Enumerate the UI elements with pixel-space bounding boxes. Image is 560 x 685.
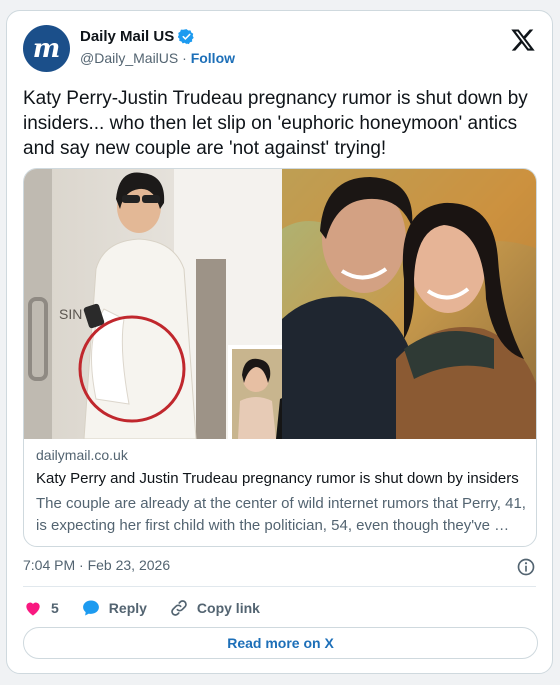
handle-separator: ·	[182, 50, 187, 66]
link-info: dailymail.co.uk Katy Perry and Justin Tr…	[36, 447, 531, 537]
storefront-sign: SIN	[59, 306, 82, 322]
avatar[interactable]: m	[23, 25, 70, 72]
link-card[interactable]: SIN dailymail.co.uk Katy Perry and Justi…	[23, 168, 537, 547]
link-card-image: SIN	[24, 169, 536, 439]
follow-button[interactable]: Follow	[191, 50, 235, 66]
tweet-card: m Daily Mail US @Daily_MailUS · Follow K…	[6, 10, 553, 674]
link-icon	[171, 600, 187, 616]
tweet-text: Katy Perry-Justin Trudeau pregnancy rumo…	[23, 88, 528, 159]
heart-icon	[26, 602, 40, 616]
like-count: 5	[51, 600, 59, 616]
link-description: The couple are already at the center of …	[36, 495, 526, 534]
timestamp-row: 7:04 PM · Feb 23, 2026	[23, 557, 536, 577]
tweet-date[interactable]: Feb 23, 2026	[88, 557, 171, 573]
copy-link-label: Copy link	[196, 600, 260, 616]
timestamp-separator: ·	[79, 557, 84, 573]
tweet-header: m Daily Mail US @Daily_MailUS · Follow	[23, 25, 536, 73]
action-bar: 5 Reply Copy link	[23, 596, 282, 620]
read-more-button[interactable]: Read more on X	[23, 627, 538, 659]
verified-badge-icon	[178, 29, 194, 45]
reply-bubble-icon	[82, 600, 99, 616]
x-logo-icon[interactable]	[510, 27, 536, 53]
copy-link-button[interactable]: Copy link	[169, 598, 260, 618]
reply-label: Reply	[108, 600, 147, 616]
name-row: Daily Mail US	[80, 28, 195, 45]
handle[interactable]: @Daily_MailUS	[80, 50, 178, 66]
like-button[interactable]: 5	[23, 598, 59, 618]
display-name[interactable]: Daily Mail US	[80, 28, 174, 45]
avatar-logo: m	[32, 33, 61, 64]
info-icon[interactable]	[516, 557, 536, 577]
divider	[23, 586, 536, 587]
handle-row: @Daily_MailUS · Follow	[80, 50, 235, 66]
reply-button[interactable]: Reply	[81, 598, 147, 618]
link-title[interactable]: Katy Perry and Justin Trudeau pregnancy …	[36, 470, 531, 487]
link-domain: dailymail.co.uk	[36, 447, 128, 463]
tweet-time[interactable]: 7:04 PM	[23, 557, 75, 573]
